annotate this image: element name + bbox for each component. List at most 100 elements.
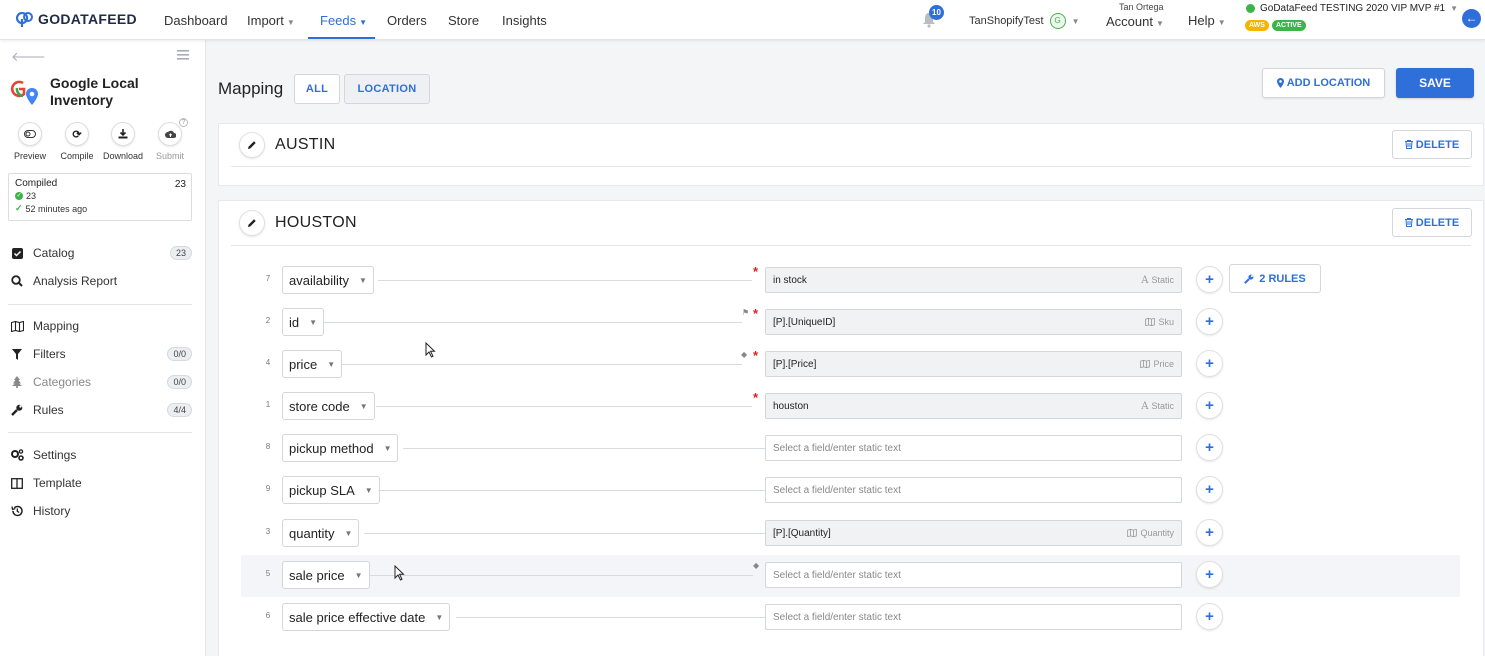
sidebar-item-label: Mapping bbox=[33, 319, 80, 333]
active-badge: ACTIVE bbox=[1271, 20, 1306, 31]
add-rule-button[interactable]: + bbox=[1196, 350, 1223, 377]
nav-store[interactable]: Store bbox=[448, 13, 479, 28]
sidebar-item-label: Rules bbox=[33, 403, 64, 417]
feed-title: Google Local Inventory bbox=[50, 75, 139, 108]
field-value-input[interactable]: Select a field/enter static text bbox=[765, 477, 1182, 503]
logo[interactable]: GODATAFEED bbox=[16, 10, 137, 28]
field-name-dropdown[interactable]: sale price effective date ▼ bbox=[282, 603, 451, 631]
field-value-placeholder: Select a field/enter static text bbox=[773, 484, 901, 496]
nav-feeds[interactable]: Feeds ▼ bbox=[320, 13, 367, 28]
static-text-icon: A bbox=[1141, 400, 1149, 412]
preview-button[interactable]: Preview bbox=[10, 122, 50, 161]
nav-import[interactable]: Import ▼ bbox=[247, 13, 295, 28]
edit-location-button[interactable] bbox=[239, 210, 265, 236]
account-badges: AWS ACTIVE bbox=[1245, 20, 1306, 31]
field-name-dropdown[interactable]: sale price ▼ bbox=[282, 561, 370, 589]
add-rule-button[interactable]: + bbox=[1196, 266, 1223, 293]
rules-label: 2 RULES bbox=[1259, 272, 1306, 285]
source-label: Price bbox=[1153, 359, 1174, 369]
delete-location-button[interactable]: DELETE bbox=[1392, 130, 1472, 159]
account-menu[interactable]: Account ▼ bbox=[1106, 14, 1164, 29]
wrench-icon bbox=[1244, 274, 1254, 284]
chevron-down-icon: ▼ bbox=[1071, 16, 1080, 26]
trash-icon bbox=[1404, 218, 1413, 227]
sidebar-item-count: 0/0 bbox=[167, 347, 192, 361]
sidebar-item-label: Template bbox=[33, 476, 82, 490]
nav-orders[interactable]: Orders bbox=[387, 13, 427, 28]
sidebar-item-history[interactable]: History bbox=[10, 502, 192, 520]
field-name-dropdown[interactable]: quantity ▼ bbox=[282, 519, 360, 547]
field-value-input[interactable]: [P].[Quantity] Quantity bbox=[765, 520, 1182, 546]
sidebar-item-mapping[interactable]: Mapping bbox=[10, 317, 192, 335]
add-location-button[interactable]: ADD LOCATION bbox=[1262, 68, 1385, 98]
add-rule-button[interactable]: + bbox=[1196, 561, 1223, 588]
value-source: Price bbox=[1140, 359, 1174, 369]
field-value-input[interactable]: Select a field/enter static text bbox=[765, 562, 1182, 588]
save-button[interactable]: SAVE bbox=[1396, 68, 1474, 98]
field-name-dropdown[interactable]: pickup SLA ▼ bbox=[282, 476, 380, 504]
mapping-row-availability: 7 availability ▼ * in stock A Static + 2 RU… bbox=[230, 260, 1460, 302]
tab-location[interactable]: LOCATION bbox=[344, 74, 430, 104]
required-asterisk-icon: * bbox=[753, 348, 759, 363]
delete-location-button[interactable]: DELETE bbox=[1392, 208, 1472, 237]
sidebar-item-analysis-report[interactable]: Analysis Report bbox=[10, 272, 192, 290]
caret-down-icon: ▼ bbox=[358, 275, 367, 285]
add-rule-button[interactable]: + bbox=[1196, 434, 1223, 461]
arrow-left-icon[interactable]: 🡐 bbox=[11, 49, 46, 65]
field-value: [P].[Quantity] bbox=[773, 527, 831, 539]
sidebar-item-rules[interactable]: Rules 4/4 bbox=[10, 401, 192, 419]
sidebar-item-template[interactable]: Template bbox=[10, 474, 192, 492]
sidebar-item-categories[interactable]: Categories 0/0 bbox=[10, 373, 192, 391]
help-question-icon[interactable]: ? bbox=[179, 118, 188, 127]
compile-label: Compile bbox=[60, 151, 94, 161]
map-icon bbox=[10, 319, 24, 333]
field-value-input[interactable]: Select a field/enter static text bbox=[765, 604, 1182, 630]
source-label: Quantity bbox=[1140, 528, 1174, 538]
field-name-dropdown[interactable]: availability ▼ bbox=[282, 266, 374, 294]
field-value: [P].[UniqueID] bbox=[773, 316, 836, 328]
add-rule-button[interactable]: + bbox=[1196, 392, 1223, 419]
nav-import-label: Import bbox=[247, 13, 284, 28]
tab-all[interactable]: ALL bbox=[294, 74, 340, 104]
add-rule-button[interactable]: + bbox=[1196, 308, 1223, 335]
account-switcher[interactable]: GoDataFeed TESTING 2020 VIP MVP #1 ▼ bbox=[1246, 3, 1458, 14]
help-menu[interactable]: Help ▼ bbox=[1188, 13, 1226, 28]
field-value-input[interactable]: houston A Static bbox=[765, 393, 1182, 419]
field-name-dropdown[interactable]: store code ▼ bbox=[282, 392, 375, 420]
location-header: HOUSTON bbox=[239, 210, 357, 236]
flag-icon: ⚑ bbox=[742, 308, 750, 317]
field-name-dropdown[interactable]: price ▼ bbox=[282, 350, 343, 378]
field-value-input[interactable]: in stock A Static bbox=[765, 267, 1182, 293]
field-value-input[interactable]: [P].[Price] Price bbox=[765, 351, 1182, 377]
field-name-dropdown[interactable]: id ▼ bbox=[282, 308, 325, 336]
mapping-row-pickup-sla: 9 pickup SLA ▼ Select a field/enter stati… bbox=[230, 470, 1460, 512]
submit-button[interactable]: ? Submit bbox=[150, 118, 190, 161]
add-rule-button[interactable]: + bbox=[1196, 476, 1223, 503]
add-rule-button[interactable]: + bbox=[1196, 603, 1223, 630]
download-button[interactable]: Download bbox=[103, 122, 143, 161]
nav-insights[interactable]: Insights bbox=[502, 13, 547, 28]
shop-selector[interactable]: TanShopifyTest G ▼ bbox=[969, 13, 1080, 29]
hamburger-menu-icon[interactable] bbox=[177, 50, 189, 60]
field-name-dropdown[interactable]: pickup method ▼ bbox=[282, 434, 399, 462]
rules-button[interactable]: 2 RULES bbox=[1229, 264, 1321, 293]
divider bbox=[8, 304, 192, 305]
field-value-input[interactable]: [P].[UniqueID] Sku bbox=[765, 309, 1182, 335]
sidebar-item-label: Categories bbox=[33, 375, 92, 389]
sidebar-item-filters[interactable]: Filters 0/0 bbox=[10, 345, 192, 363]
sidebar-item-settings[interactable]: Settings bbox=[10, 446, 192, 464]
caret-down-icon: ▼ bbox=[435, 612, 444, 622]
connector-line bbox=[403, 448, 765, 449]
sidebar-item-catalog[interactable]: Catalog 23 bbox=[10, 244, 192, 262]
connector-line bbox=[342, 364, 742, 365]
check-icon: ✓ bbox=[15, 203, 23, 213]
edit-location-button[interactable] bbox=[239, 132, 265, 158]
nav-dashboard[interactable]: Dashboard bbox=[164, 13, 228, 28]
compile-button[interactable]: ⟳ Compile bbox=[57, 122, 97, 161]
add-rule-button[interactable]: + bbox=[1196, 519, 1223, 546]
field-value-placeholder: Select a field/enter static text bbox=[773, 569, 901, 581]
mapping-row-sale-price: 5 sale price ▼ ◆ Select a field/enter sta… bbox=[241, 555, 1460, 597]
field-value-input[interactable]: Select a field/enter static text bbox=[765, 435, 1182, 461]
arrow-left-circle-icon[interactable]: ← bbox=[1462, 9, 1481, 28]
mapping-row-quantity: 3 quantity ▼ [P].[Quantity] Quantity + bbox=[230, 513, 1460, 555]
